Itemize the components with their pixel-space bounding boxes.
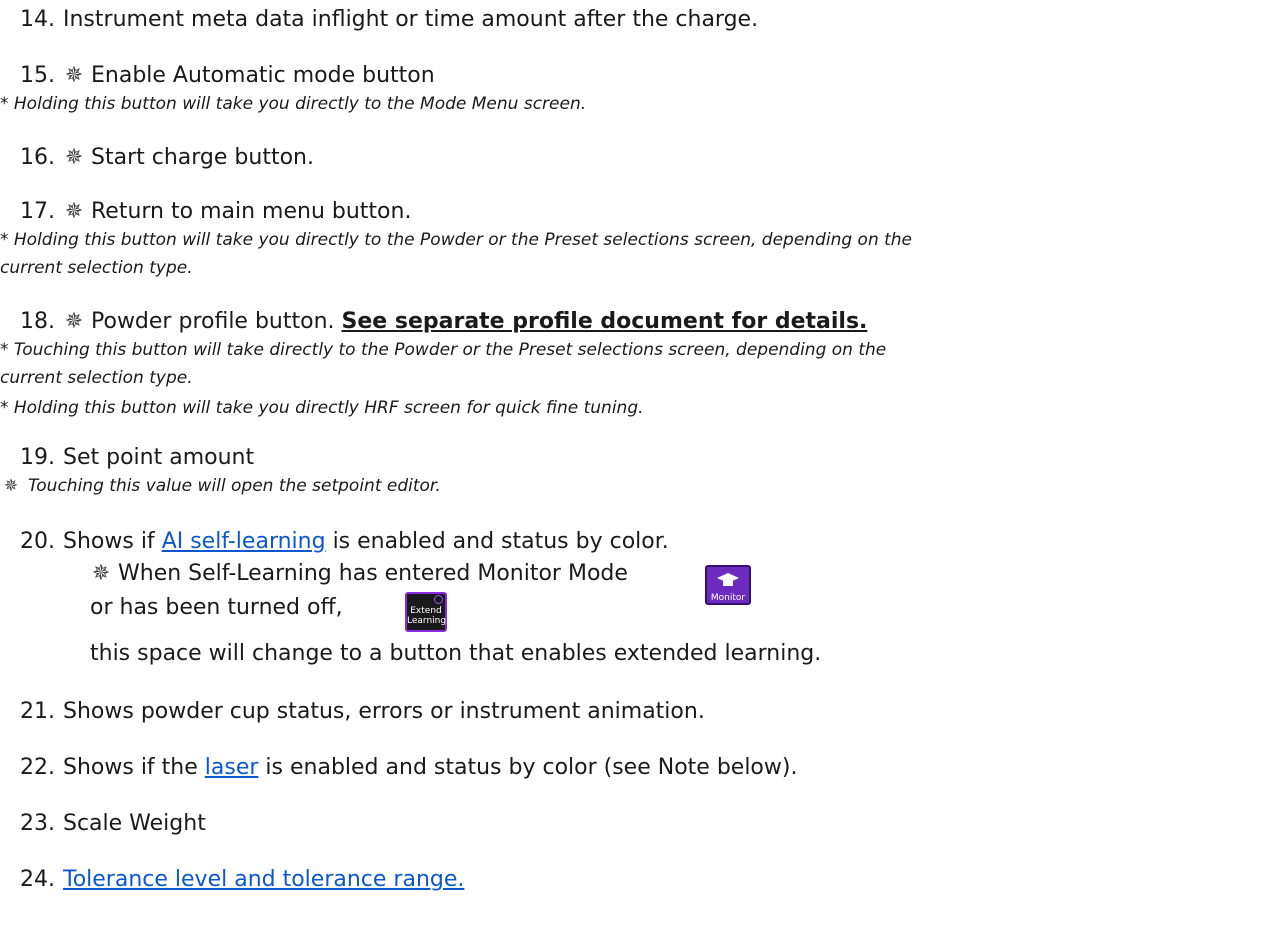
note-18-line3: * Holding this button will take you dire… [0,398,644,418]
touch-icon: ✵ [64,145,84,170]
item-23: 23. Scale Weight [20,811,206,836]
extend-learning-button-image: Extend Learning [405,592,447,632]
graduation-cap-icon [717,573,739,586]
tolerance-link[interactable]: Tolerance level and tolerance range. [63,867,464,892]
item-18: 18. ✵ Powder profile button. See separate … [20,309,868,334]
touch-icon: ✵ [91,561,111,586]
monitor-button-image: Monitor [705,565,751,605]
item-15: 15. ✵ Enable Automatic mode button [20,63,435,88]
note-15: * Holding this button will take you dire… [0,94,587,114]
clock-icon [434,595,443,604]
item-21: 21. Shows powder cup status, errors or in… [20,699,705,724]
note-17-line1: * Holding this button will take you dire… [0,230,913,250]
item-19: 19. Set point amount [20,445,255,470]
item-17: 17. ✵ Return to main menu button. [20,199,412,224]
profile-document-link[interactable]: See separate profile document for detail… [342,309,868,334]
touch-icon: ✵ [64,199,84,224]
item-22: 22. Shows if the laser is enabled and sta… [20,755,798,780]
note-18-line2: current selection type. [0,368,193,388]
note-17-line2: current selection type. [0,258,193,278]
item-14: 14. Instrument meta data inflight or time… [20,7,759,32]
touch-icon: ✵ [64,309,84,334]
item-24: 24. Tolerance level and tolerance range. [20,867,465,892]
item-20-sub1: ✵ When Self-Learning has entered Monitor … [91,561,628,586]
note-19: ✵ Touching this value will open the setpo… [0,474,441,498]
touch-icon: ✵ [3,476,19,496]
item-20-sub2: or has been turned off, [90,595,343,620]
note-18-line1: * Touching this button will take directl… [0,340,887,360]
laser-link[interactable]: laser [205,755,259,780]
item-20-sub3: this space will change to a button that … [90,641,822,666]
ai-self-learning-link[interactable]: AI self-learning [162,529,326,554]
item-20: 20. Shows if AI self-learning is enabled … [20,529,669,554]
item-16: 16. ✵ Start charge button. [20,145,314,170]
touch-icon: ✵ [64,63,84,88]
